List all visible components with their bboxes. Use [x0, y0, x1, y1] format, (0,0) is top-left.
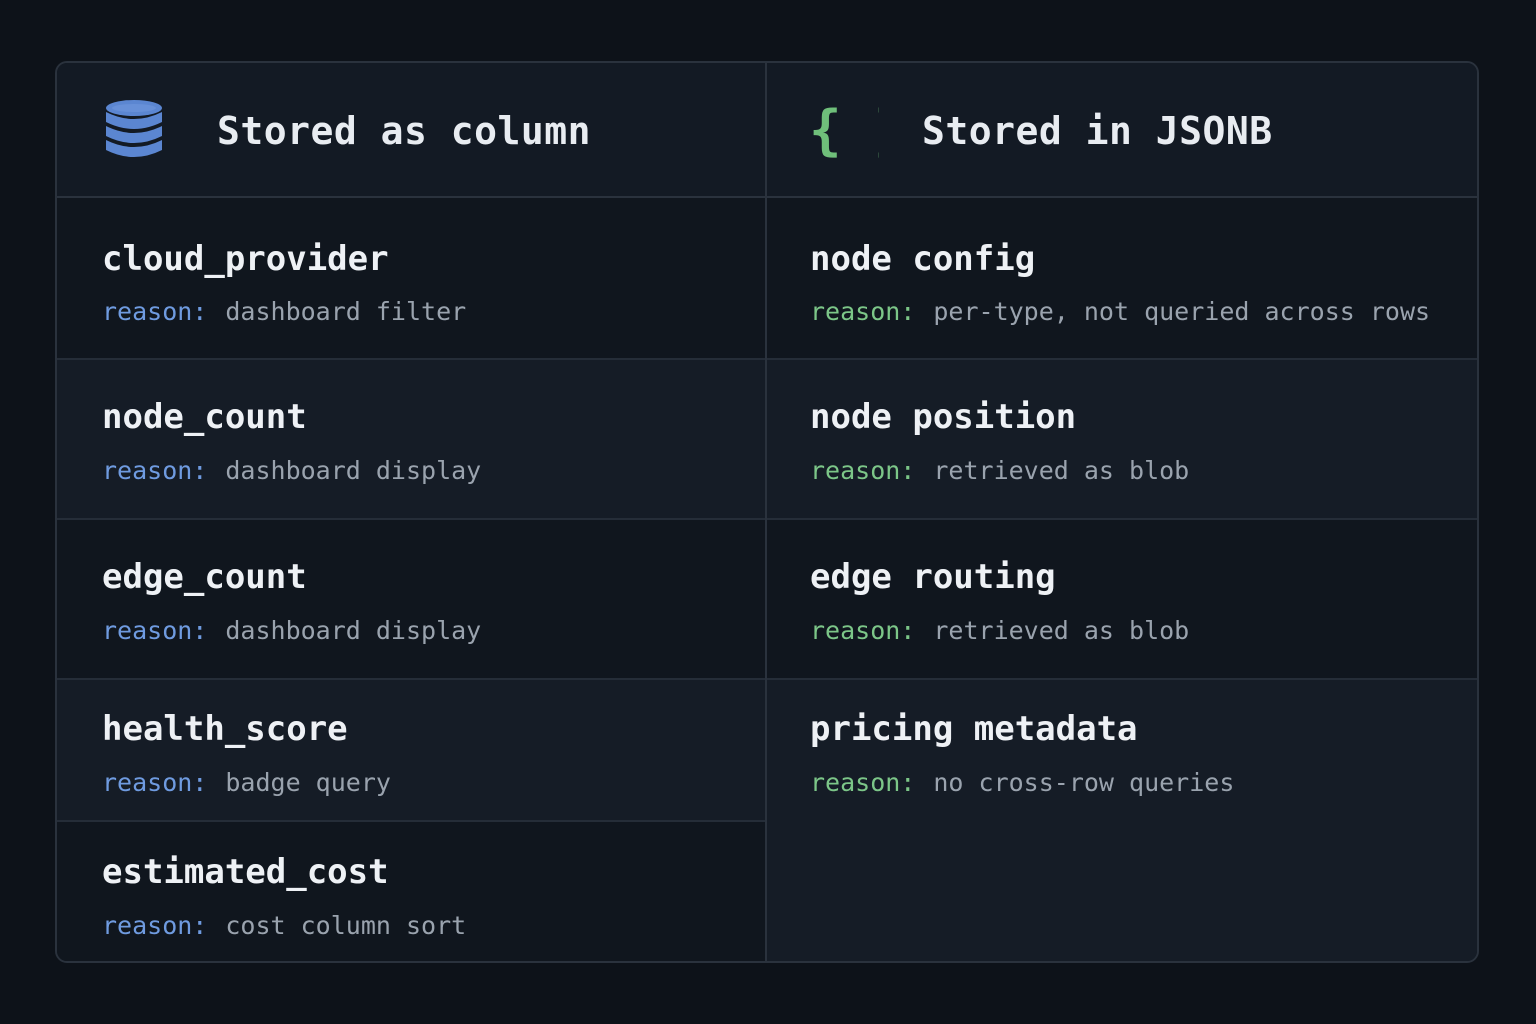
list-item: pricing metadata reason: no cross-row que…	[767, 680, 1477, 961]
field-name: edge routing	[810, 557, 1056, 597]
field-name: node_count	[102, 397, 307, 437]
reason-line: reason: no cross-row queries	[810, 767, 1234, 799]
list-item: estimated_cost reason: cost column sort	[57, 822, 765, 961]
reason-label: reason:	[810, 768, 916, 797]
reason-text: no cross-row queries	[933, 768, 1235, 797]
column-jsonb-title: Stored in JSONB	[922, 109, 1273, 153]
list-item: edge routing reason: retrieved as blob	[767, 520, 1477, 680]
comparison-panel: Stored as column cloud_provider reason: d…	[55, 61, 1479, 963]
list-item: health_score reason: badge query	[57, 680, 765, 822]
field-name: pricing metadata	[810, 709, 1138, 749]
reason-text: dashboard display	[225, 616, 482, 645]
reason-text: retrieved as blob	[933, 616, 1190, 645]
list-item: node config reason: per-type, not queried…	[767, 198, 1477, 360]
curly-braces-glyph: { }	[809, 101, 879, 159]
reason-text: badge query	[225, 768, 391, 797]
reason-line: reason: retrieved as blob	[810, 615, 1189, 647]
reason-text: per-type, not queried across rows	[933, 297, 1431, 326]
reason-text: dashboard filter	[225, 297, 467, 326]
list-item: edge_count reason: dashboard display	[57, 520, 765, 680]
field-name: node config	[810, 239, 1036, 279]
list-item: node_count reason: dashboard display	[57, 360, 765, 520]
reason-line: reason: dashboard display	[102, 455, 481, 487]
header-divider	[57, 196, 1477, 198]
reason-line: reason: cost column sort	[102, 910, 466, 942]
field-name: estimated_cost	[102, 852, 389, 892]
field-name: health_score	[102, 709, 348, 749]
column-storage-header: Stored as column	[57, 63, 765, 196]
field-name: node position	[810, 397, 1077, 437]
reason-line: reason: dashboard filter	[102, 296, 466, 328]
reason-line: reason: badge query	[102, 767, 391, 799]
reason-text: cost column sort	[225, 911, 467, 940]
reason-label: reason:	[102, 297, 208, 326]
field-name: edge_count	[102, 557, 307, 597]
reason-text: retrieved as blob	[933, 456, 1190, 485]
column-storage-title: Stored as column	[217, 109, 592, 153]
list-item: node position reason: retrieved as blob	[767, 360, 1477, 520]
reason-label: reason:	[102, 911, 208, 940]
reason-label: reason:	[810, 456, 916, 485]
list-item: cloud_provider reason: dashboard filter	[57, 198, 765, 360]
reason-label: reason:	[810, 297, 916, 326]
database-icon	[104, 99, 164, 167]
reason-line: reason: retrieved as blob	[810, 455, 1189, 487]
reason-line: reason: per-type, not queried across rows	[810, 296, 1430, 328]
reason-label: reason:	[102, 768, 208, 797]
reason-label: reason:	[810, 616, 916, 645]
reason-text: dashboard display	[225, 456, 482, 485]
column-jsonb-header: { } Stored in JSONB	[767, 63, 1477, 196]
field-name: cloud_provider	[102, 239, 389, 279]
reason-line: reason: dashboard display	[102, 615, 481, 647]
curly-braces-icon: { }	[809, 99, 907, 163]
reason-label: reason:	[102, 616, 208, 645]
reason-label: reason:	[102, 456, 208, 485]
